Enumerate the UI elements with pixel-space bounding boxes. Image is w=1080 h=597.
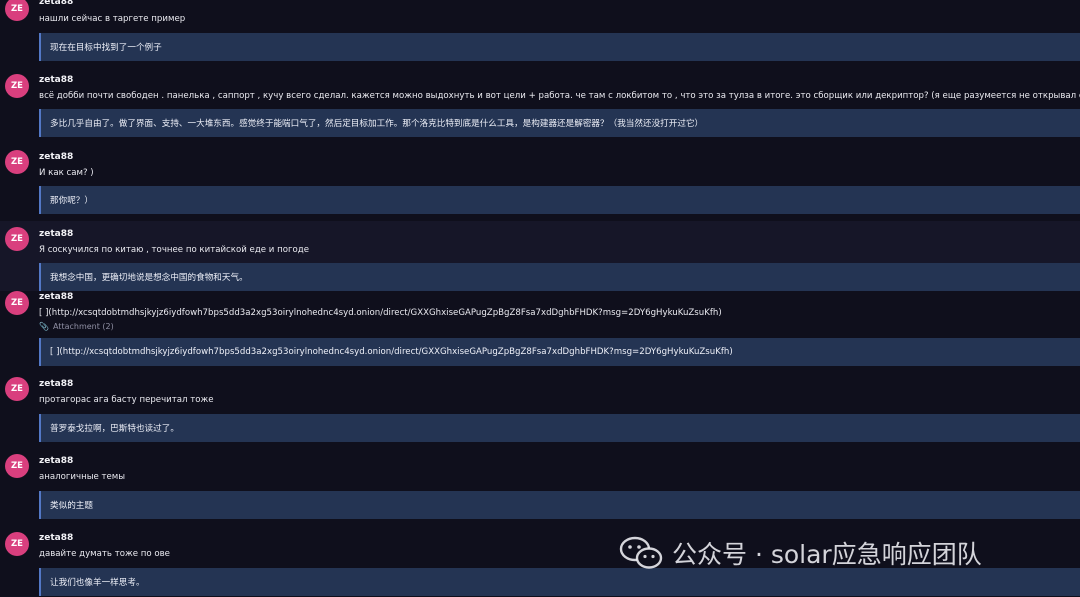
message-text: аналогичные темы [39,472,126,482]
username[interactable]: zeta88 [39,292,73,302]
translation-block: 普罗泰戈拉啊，巴斯特也读过了。 [39,414,1080,442]
avatar[interactable]: ZE [5,74,29,98]
translation-block: 现在在目标中找到了一个例子 [39,33,1080,61]
attachment-label[interactable]: 📎 Attachment (2) [39,322,114,331]
avatar[interactable]: ZE [5,291,29,315]
username[interactable]: zeta88 [39,379,73,389]
chat-message: ZE zeta88 [ ](http://xcsqtdobtmdhsjkyjz6… [0,291,1080,369]
chat-message: ZE zeta88 всё добби почти свободен . пан… [0,66,1080,142]
username[interactable]: zeta88 [39,229,73,239]
watermark-text: 公众号 · solar应急响应团队 [672,540,982,569]
chat-message: ZE zeta88 Я соскучился по китаю , точнее… [0,221,1080,291]
avatar[interactable]: ZE [5,454,29,478]
chat-message: ZE zeta88 аналогичные темы 类似的主题 [0,447,1080,523]
watermark: 公众号 · solar应急响应团队 [618,535,982,571]
avatar[interactable]: ZE [5,227,29,251]
translation-block: 多比几乎自由了。做了界面、支持、一大堆东西。感觉终于能喘口气了，然后定目标加工作… [39,109,1080,137]
username[interactable]: zeta88 [39,456,73,466]
username[interactable]: zeta88 [39,533,73,543]
avatar[interactable]: ZE [5,150,29,174]
paperclip-icon: 📎 [39,322,49,331]
message-text: нашли сейчас в таргете пример [39,14,186,24]
username[interactable]: zeta88 [39,0,73,7]
message-text: давайте думать тоже по ове [39,549,170,559]
chat-message: ZE zeta88 нашли сейчас в таргете пример … [0,0,1080,66]
translation-block: 类似的主题 [39,491,1080,519]
attachment-text: Attachment (2) [52,322,114,331]
chat-message: ZE zeta88 И как сам? ) 那你呢？） [0,142,1080,221]
avatar[interactable]: ZE [5,377,29,401]
message-text[interactable]: [ ](http://xcsqtdobtmdhsjkyjz6iydfowh7bp… [39,308,722,318]
message-text: протагорас ага басту перечитал тоже [39,395,214,405]
translation-block: 那你呢？） [39,186,1080,214]
username[interactable]: zeta88 [39,75,73,85]
message-text: всё добби почти свободен . панелька , са… [39,91,1080,101]
message-text: Я соскучился по китаю , точнее по китайс… [39,245,309,255]
chat-message: ZE zeta88 протагорас ага басту перечитал… [0,369,1080,447]
translation-block: 我想念中国，更确切地说是想念中国的食物和天气。 [39,263,1080,291]
username[interactable]: zeta88 [39,152,73,162]
translation-block: [ ](http://xcsqtdobtmdhsjkyjz6iydfowh7bp… [39,338,1080,366]
avatar[interactable]: ZE [5,0,29,21]
translation-block: 让我们也像羊一样思考。 [39,568,1080,596]
message-text: И как сам? ) [39,168,94,178]
avatar[interactable]: ZE [5,532,29,556]
wechat-icon [619,536,663,569]
